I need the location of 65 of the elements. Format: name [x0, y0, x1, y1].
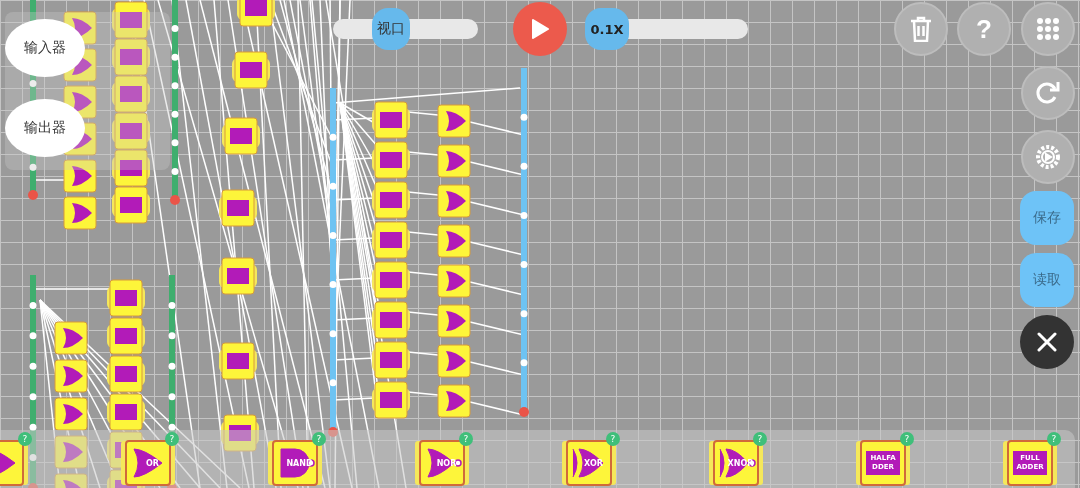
slider-thumb[interactable]: 0.1X: [585, 8, 629, 50]
adder-block[interactable]: [112, 1, 150, 39]
gate-label: OR: [146, 458, 159, 468]
xor-gate-block[interactable]: [437, 104, 471, 138]
gear-icon: [1034, 143, 1062, 171]
adder-block[interactable]: [372, 261, 410, 299]
adder-block[interactable]: [372, 341, 410, 379]
xor-gate-block[interactable]: [437, 224, 471, 258]
play-icon: [530, 19, 549, 39]
adder-block[interactable]: [232, 51, 270, 89]
xor-gate-block[interactable]: [63, 159, 97, 193]
xor-gate-block[interactable]: [437, 304, 471, 338]
adder-block[interactable]: [112, 186, 150, 224]
close-button[interactable]: [1020, 315, 1074, 369]
adder-block[interactable]: [107, 355, 145, 393]
bus-bar[interactable]: [519, 68, 529, 417]
play-button[interactable]: [513, 2, 567, 56]
adder-block[interactable]: [107, 393, 145, 431]
slider-thumb[interactable]: 视口: [371, 8, 410, 50]
xor-gate-block[interactable]: [437, 144, 471, 178]
xor-gate-block[interactable]: [54, 397, 88, 431]
adder-block[interactable]: [112, 75, 150, 113]
adder-block[interactable]: [237, 0, 275, 27]
bus-bar[interactable]: [170, 0, 180, 205]
adder-block[interactable]: [219, 257, 257, 295]
menu-button[interactable]: 输出器: [5, 99, 85, 157]
adder-block[interactable]: [372, 381, 410, 419]
xor-gate-block[interactable]: [54, 321, 88, 355]
gate-label: XOR: [584, 458, 603, 468]
close-icon: [1037, 332, 1057, 352]
menu-button[interactable]: 输入器: [5, 19, 85, 77]
adder-block[interactable]: [219, 342, 257, 380]
bus-bar[interactable]: [28, 275, 38, 488]
tool-button[interactable]: [1021, 130, 1075, 184]
adder-block[interactable]: [112, 112, 150, 150]
adder-block[interactable]: [372, 301, 410, 339]
xor-gate-block[interactable]: [437, 344, 471, 378]
adder-block[interactable]: [107, 317, 145, 355]
bus-bar[interactable]: [328, 88, 338, 437]
grid-icon: [1037, 18, 1059, 40]
gate-label: NOR: [436, 458, 457, 468]
adder-block[interactable]: [372, 101, 410, 139]
xor-gate-block[interactable]: [437, 184, 471, 218]
refresh-icon: [1035, 81, 1061, 105]
xor-gate-block[interactable]: [437, 384, 471, 418]
tool-button[interactable]: [1021, 2, 1075, 56]
trash-icon: [910, 16, 932, 42]
xor-gate-block[interactable]: [437, 264, 471, 298]
adder-block[interactable]: [107, 279, 145, 317]
adder-block[interactable]: [372, 181, 410, 219]
adder-block[interactable]: [219, 189, 257, 227]
adder-block[interactable]: [222, 117, 260, 155]
viewport-slider[interactable]: 视口: [333, 8, 478, 50]
adder-block[interactable]: [112, 149, 150, 187]
action-button[interactable]: 读取: [1020, 253, 1074, 307]
tool-button[interactable]: [1021, 66, 1075, 120]
speed-slider[interactable]: 0.1X: [585, 8, 748, 50]
action-button[interactable]: 保存: [1020, 191, 1074, 245]
xor-gate-block[interactable]: [54, 359, 88, 393]
adder-block[interactable]: [221, 414, 259, 452]
tool-button[interactable]: [894, 2, 948, 56]
adder-block[interactable]: [112, 38, 150, 76]
adder-block[interactable]: [372, 141, 410, 179]
adder-block[interactable]: [372, 221, 410, 259]
xor-gate-block[interactable]: [63, 196, 97, 230]
